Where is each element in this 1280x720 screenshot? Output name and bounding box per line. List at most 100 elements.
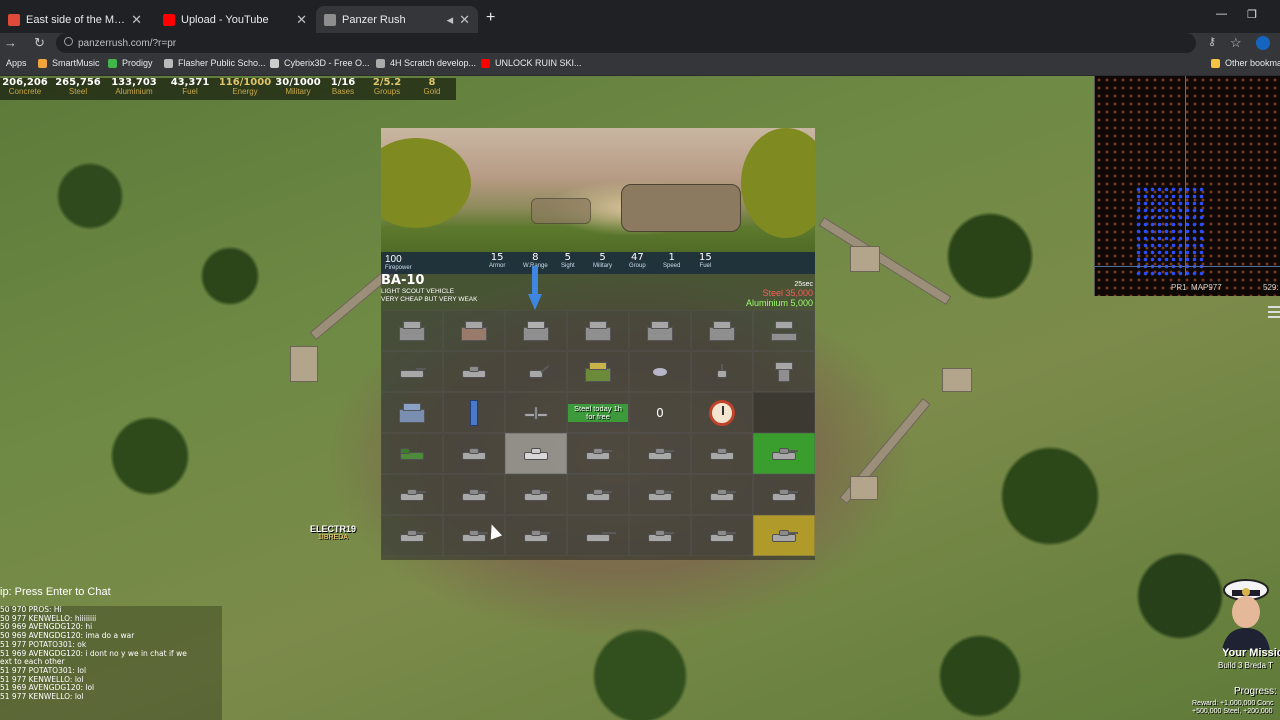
build-slot[interactable] [505,474,567,515]
minimize-icon[interactable]: — [1216,8,1227,20]
stat-value: 47 [630,252,644,263]
bookmark-scratch[interactable]: 4H Scratch develop... [376,58,476,68]
tank-icon [398,528,426,544]
radar-icon [769,319,799,343]
info-icon[interactable] [64,37,73,46]
build-slot[interactable] [629,351,691,392]
close-icon[interactable]: ✕ [296,12,307,28]
stat-value: 8 [532,252,539,263]
youtube-icon [163,13,175,26]
build-slot[interactable] [381,474,443,515]
tank-destroyer-icon [584,528,616,544]
unit-stats-bar: 100 Firepower 15Armor 8W.Range 5Sight 5M… [381,252,815,274]
counter-slot[interactable]: 0 [629,392,691,433]
bookmark-flasher[interactable]: Flasher Public Scho... [164,58,266,68]
build-slot[interactable] [443,433,505,474]
build-slot[interactable] [691,351,753,392]
tank-icon [522,528,550,544]
build-slot[interactable] [381,310,443,351]
smartmusic-icon [38,58,47,68]
map-unit-sub: 1IBREDA [318,534,348,541]
build-slot[interactable] [505,392,567,433]
maximize-icon[interactable]: ❐ [1247,8,1257,21]
tab-panzer-rush[interactable]: Panzer Rush ◂ ✕ [316,6,478,33]
build-slot[interactable] [753,474,815,515]
speaker-icon[interactable]: ◂ [447,12,454,28]
timer-slot[interactable] [691,392,753,433]
bookmark-label: UNLOCK RUIN SKI... [495,58,582,68]
build-slot[interactable] [567,474,629,515]
new-tab-button[interactable]: + [486,9,495,27]
key-icon[interactable]: ⚷ [1208,35,1216,48]
build-slot[interactable] [753,433,815,474]
watch-tower [942,368,972,392]
build-slot[interactable] [567,433,629,474]
officer-avatar[interactable] [1212,570,1280,650]
build-slot[interactable] [505,351,567,392]
chat-message: 51 977 KENWELLO: lol [0,692,84,702]
close-icon[interactable]: ✕ [459,12,470,28]
stat-label: Fuel [699,263,712,269]
profile-avatar[interactable] [1256,36,1270,50]
build-slot[interactable] [443,351,505,392]
bookmark-cyberix[interactable]: Cyberix3D - Free O... [270,58,370,68]
build-slot[interactable] [629,433,691,474]
build-slot[interactable] [567,351,629,392]
build-slot[interactable] [691,474,753,515]
unit-name: BA-10 [381,273,425,288]
stat-value: 5 [599,252,606,263]
map-unit-label[interactable]: ELECTR19 [310,524,356,534]
build-slot[interactable] [629,474,691,515]
resource-steel: 265,756 Steel [50,78,106,100]
reload-icon[interactable]: ↻ [34,35,45,51]
bookmark-unlock[interactable]: UNLOCK RUIN SKI... [481,58,582,68]
resource-label: Bases [331,87,355,96]
bookmark-other[interactable]: Other bookma [1211,58,1280,68]
armored-car-image [621,184,741,232]
tank-icon [522,487,550,503]
folder-icon [1211,58,1220,68]
build-slot[interactable] [753,310,815,351]
bookmark-smartmusic[interactable]: SmartMusic [38,58,100,68]
build-slot[interactable] [443,310,505,351]
resource-aluminium: 133,703 Aluminium [106,78,162,100]
build-slot[interactable] [381,351,443,392]
tab-mississippi[interactable]: East side of the Mississippi - Tou ✕ [0,6,150,33]
forward-icon[interactable]: → [4,35,17,50]
build-slot[interactable] [691,433,753,474]
minimap[interactable]: PR1 MAP977 529: [1094,76,1280,296]
build-slot[interactable] [381,392,443,433]
refinery-icon [521,319,551,343]
build-slot[interactable] [443,474,505,515]
tank-icon [460,487,488,503]
build-slot[interactable] [505,310,567,351]
build-slot[interactable] [753,351,815,392]
build-slot[interactable] [567,310,629,351]
address-bar[interactable]: panzerrush.com/?r=pr [56,33,1196,53]
build-slot[interactable] [381,433,443,474]
tank-icon [770,487,798,503]
tab-youtube[interactable]: Upload - YouTube ✕ [155,6,315,33]
game-viewport[interactable]: 206,206 Concrete 265,756 Steel 133,703 Alum… [0,76,1280,720]
ba10-build-slot[interactable] [505,433,567,474]
free-steel-slot[interactable]: Steel today 1h for free [567,392,629,433]
build-slot[interactable] [691,310,753,351]
tab-title: Upload - YouTube [181,13,269,26]
close-icon[interactable]: ✕ [131,12,142,28]
stat-speed: 1 Speed [663,253,680,270]
build-slot[interactable] [629,515,691,556]
menu-icon[interactable] [1268,306,1280,320]
bookmark-apps[interactable]: Apps [6,58,27,68]
build-grid: Steel today 1h for free 0 [381,310,815,560]
build-slot[interactable] [505,515,567,556]
stat-military: 5 Military [593,252,612,270]
build-slot[interactable] [443,392,505,433]
build-slot[interactable] [629,310,691,351]
build-slot[interactable] [567,515,629,556]
bookmark-prodigy[interactable]: Prodigy [108,58,153,68]
globe-icon [164,58,173,68]
build-slot[interactable] [753,515,815,556]
build-slot[interactable] [381,515,443,556]
build-slot[interactable] [691,515,753,556]
star-icon[interactable]: ☆ [1230,35,1242,51]
